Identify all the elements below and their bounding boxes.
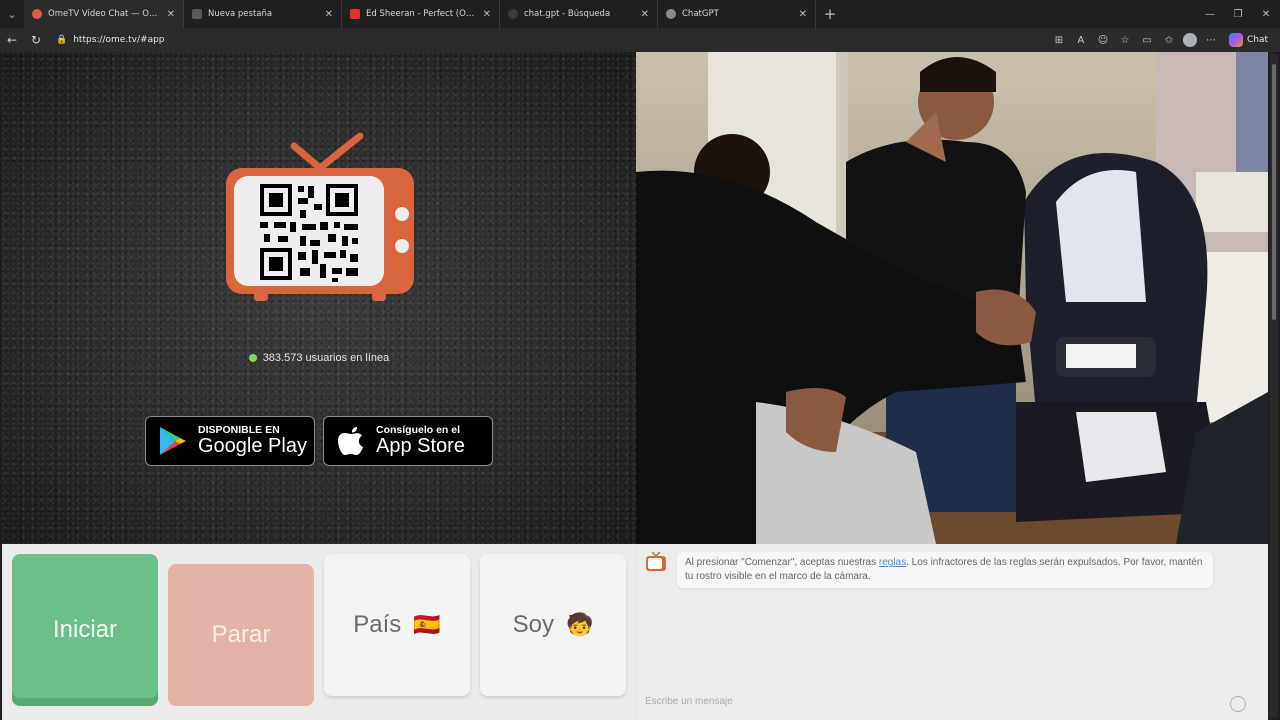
back-icon[interactable]: ← [0,28,24,52]
notice-text-before: Al presionar "Comenzar", aceptas nuestra… [685,557,879,568]
controls-panel: Iniciar Parar País 🇪🇸 Soy 🧒 Al presionar… [2,544,1268,720]
bing-favicon-icon [508,9,518,19]
url-field[interactable]: 🔒 https://ome.tv/#app [50,30,1058,50]
tab-actions-icon[interactable]: ⌄ [0,0,24,28]
google-play-badge[interactable]: DISPONIBLE EN Google Play [145,416,315,466]
google-play-icon [156,424,190,458]
tab-title: Nueva pestaña [208,9,273,19]
tab-ometv[interactable]: OmeTV Video Chat — Omegl ✕ [24,0,184,28]
tab-title: chat.gpt - Búsqueda [524,9,611,19]
favorites-icon[interactable]: ✩ [1161,32,1177,48]
maximize-icon[interactable]: ❐ [1224,0,1252,28]
scrollbar-thumb[interactable] [1272,64,1276,320]
close-tab-icon[interactable]: ✕ [799,9,807,20]
profile-avatar[interactable] [1182,33,1197,47]
ometv-chat-avatar-icon [646,552,666,571]
ometv-page: 383.573 usuarios en línea DISPONIBLE EN … [2,52,1268,720]
close-tab-icon[interactable]: ✕ [167,9,175,20]
local-video-area: 383.573 usuarios en línea DISPONIBLE EN … [2,52,636,544]
address-toolbar: ← ↻ 🔒 https://ome.tv/#app ⊞ A ☺ ☆ ▭ ✩ ⋯ … [0,28,1280,52]
emoji-icon[interactable] [1230,696,1246,712]
tab-bar: ⌄ OmeTV Video Chat — Omegl ✕ Nueva pesta… [0,0,1280,28]
favorite-star-icon[interactable]: ☆ [1117,32,1133,48]
tab-title: Ed Sheeran - Perfect (Official Musi [366,9,477,19]
tab-title: ChatGPT [682,9,719,19]
online-users-status: 383.573 usuarios en línea [2,352,636,364]
refresh-icon[interactable]: ↻ [24,28,48,52]
tracking-prevention-icon[interactable]: ☺ [1095,32,1111,48]
google-play-big-text: Google Play [198,435,307,458]
copilot-icon [1228,33,1243,47]
tab-new[interactable]: Nueva pestaña ✕ [184,0,342,28]
close-tab-icon[interactable]: ✕ [483,9,491,20]
close-tab-icon[interactable]: ✕ [641,9,649,20]
boy-face-icon: 🧒 [565,612,594,637]
gender-button[interactable]: Soy 🧒 [480,554,626,696]
spain-flag-icon: 🇪🇸 [413,612,441,637]
newtab-favicon-icon [192,9,202,19]
close-window-icon[interactable]: ✕ [1252,0,1280,28]
gender-label: Soy [512,611,554,638]
online-count-text: 383.573 usuarios en línea [262,352,390,364]
start-button[interactable]: Iniciar [12,554,158,706]
partner-video-frame [636,52,1268,544]
apple-icon [334,424,368,458]
minimize-icon[interactable]: — [1196,0,1224,28]
translate-icon[interactable]: A [1073,32,1089,48]
tab-chatgpt[interactable]: ChatGPT ✕ [658,0,816,28]
app-available-icon[interactable]: ⊞ [1051,32,1067,48]
split-screen-icon[interactable]: ▭ [1139,32,1155,48]
lock-icon[interactable]: 🔒 [56,35,67,45]
app-store-badge[interactable]: Consíguelo en el App Store [323,416,493,466]
online-dot-icon [248,354,257,363]
country-label: País [353,611,402,638]
new-tab-icon[interactable]: + [816,5,844,23]
ometv-favicon-icon [32,9,42,19]
country-button[interactable]: País 🇪🇸 [324,554,470,696]
copilot-button[interactable]: Chat [1225,33,1272,47]
url-text: https://ome.tv/#app [73,35,165,45]
ometv-tv-qr-logo [226,132,414,301]
youtube-favicon-icon [350,9,360,19]
tab-title: OmeTV Video Chat — Omegl [48,9,161,19]
rules-link[interactable]: reglas [879,557,906,568]
system-notice-message: Al presionar "Comenzar", aceptas nuestra… [677,552,1213,588]
close-tab-icon[interactable]: ✕ [325,9,333,20]
partner-video [636,52,1268,544]
tab-bing[interactable]: chat.gpt - Búsqueda ✕ [500,0,658,28]
chatgpt-favicon-icon [666,9,676,19]
copilot-label: Chat [1246,35,1268,45]
stop-button[interactable]: Parar [168,564,314,706]
more-menu-icon[interactable]: ⋯ [1203,32,1219,48]
message-input[interactable]: Escribe un mensaje [645,696,1245,712]
app-store-big-text: App Store [376,435,465,458]
chat-panel: Al presionar "Comenzar", aceptas nuestra… [636,544,1268,720]
page-scrollbar[interactable] [1270,54,1278,718]
tab-youtube[interactable]: Ed Sheeran - Perfect (Official Musi ✕ [342,0,500,28]
